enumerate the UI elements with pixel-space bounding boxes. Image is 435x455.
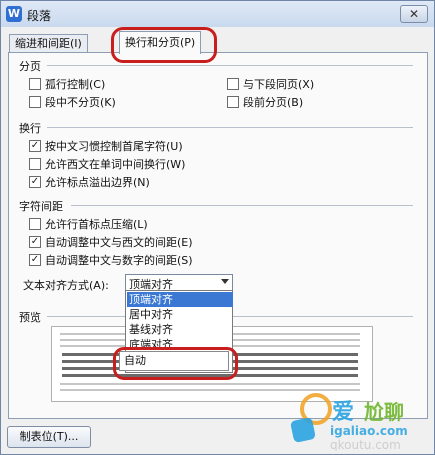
watermark-url: igaliao.com bbox=[330, 424, 408, 438]
wps-app-icon: W bbox=[6, 6, 22, 22]
checkbox-box[interactable] bbox=[29, 78, 41, 90]
checkbox-box[interactable] bbox=[29, 158, 41, 170]
section-heading-line-break: 换行 bbox=[19, 122, 41, 135]
section-heading-pagination: 分页 bbox=[19, 60, 41, 73]
divider bbox=[47, 65, 413, 66]
checkbox-label: 允许西文在单词中间换行(W) bbox=[45, 158, 186, 171]
checkbox-keep-with-next[interactable]: 与下段同页(X) bbox=[227, 76, 314, 92]
checkbox-label: 自动调整中文与西文的间距(E) bbox=[45, 236, 193, 249]
dropdown-option[interactable]: 顶端对齐 bbox=[127, 292, 233, 307]
checkbox-box[interactable] bbox=[29, 96, 41, 108]
preview-text-line bbox=[62, 374, 358, 377]
checkbox-box[interactable]: ✓ bbox=[29, 176, 41, 188]
dropdown-option-label: 自动 bbox=[124, 354, 146, 367]
divider bbox=[47, 127, 413, 128]
checkbox-box[interactable]: ✓ bbox=[29, 140, 41, 152]
tab-indent-spacing[interactable]: 缩进和间距(I) bbox=[9, 34, 88, 53]
paragraph-dialog: W 段落 ✕ 缩进和间距(I) 换行和分页(P) 分页 孤行控制(C) 与下段同… bbox=[0, 0, 435, 455]
checkbox-compress-punctuation[interactable]: 允许行首标点压缩(L) bbox=[29, 216, 148, 232]
checkbox-box[interactable]: ✓ bbox=[29, 236, 41, 248]
checkbox-box[interactable] bbox=[227, 96, 239, 108]
close-button[interactable]: ✕ bbox=[400, 5, 428, 23]
checkbox-label: 允许行首标点压缩(L) bbox=[45, 218, 148, 231]
section-heading-char-spacing: 字符间距 bbox=[19, 200, 63, 213]
divider bbox=[71, 205, 413, 206]
watermark-graphic: 爱 尬聊 igaliao.com qkoutu.com bbox=[290, 393, 408, 452]
checkbox-page-break-before[interactable]: 段前分页(B) bbox=[227, 94, 303, 110]
dropdown-option[interactable]: 底端对齐 bbox=[127, 337, 233, 347]
checkbox-label: 自动调整中文与数字的间距(S) bbox=[45, 254, 193, 267]
checkbox-widow-control[interactable]: 孤行控制(C) bbox=[29, 76, 105, 92]
tab-stops-button[interactable]: 制表位(T)... bbox=[7, 426, 91, 448]
checkbox-label: 允许标点溢出边界(N) bbox=[45, 176, 150, 189]
dropdown-option-auto[interactable]: 自动 bbox=[119, 351, 229, 371]
alignment-label: 文本对齐方式(A): bbox=[23, 279, 109, 292]
dropdown-option[interactable]: 居中对齐 bbox=[127, 307, 233, 322]
checkbox-chinese-rules[interactable]: ✓ 按中文习惯控制首尾字符(U) bbox=[29, 138, 183, 154]
close-icon: ✕ bbox=[408, 7, 420, 21]
section-heading-preview: 预览 bbox=[19, 311, 41, 324]
checkbox-hanging-punctuation[interactable]: ✓ 允许标点溢出边界(N) bbox=[29, 174, 150, 190]
checkbox-auto-space-numbers[interactable]: ✓ 自动调整中文与数字的间距(S) bbox=[29, 252, 193, 268]
dropdown-option[interactable]: 基线对齐 bbox=[127, 322, 233, 337]
checkbox-box[interactable] bbox=[227, 78, 239, 90]
checkbox-auto-space-latin[interactable]: ✓ 自动调整中文与西文的间距(E) bbox=[29, 234, 193, 250]
tab-line-page-break[interactable]: 换行和分页(P) bbox=[119, 31, 202, 54]
checkbox-latin-word-wrap[interactable]: 允许西文在单词中间换行(W) bbox=[29, 156, 185, 172]
checkbox-label: 孤行控制(C) bbox=[45, 78, 106, 91]
checkbox-label: 段前分页(B) bbox=[243, 96, 304, 109]
checkbox-label: 与下段同页(X) bbox=[243, 78, 315, 91]
checkbox-box[interactable]: ✓ bbox=[29, 254, 41, 266]
watermark-logo: 爱 尬聊 igaliao.com qkoutu.com bbox=[286, 379, 432, 452]
checkbox-keep-lines-together[interactable]: 段中不分页(K) bbox=[29, 94, 116, 110]
watermark-site: qkoutu.com bbox=[330, 438, 401, 451]
dialog-title: 段落 bbox=[27, 9, 52, 23]
title-bar[interactable]: W 段落 ✕ bbox=[1, 1, 434, 27]
watermark-text-2: 尬聊 bbox=[364, 400, 404, 424]
watermark-text-1: 爱 bbox=[332, 400, 354, 425]
chevron-down-icon[interactable] bbox=[221, 279, 229, 284]
checkbox-box[interactable] bbox=[29, 218, 41, 230]
checkbox-label: 段中不分页(K) bbox=[45, 96, 116, 109]
checkbox-label: 按中文习惯控制首尾字符(U) bbox=[45, 140, 183, 153]
